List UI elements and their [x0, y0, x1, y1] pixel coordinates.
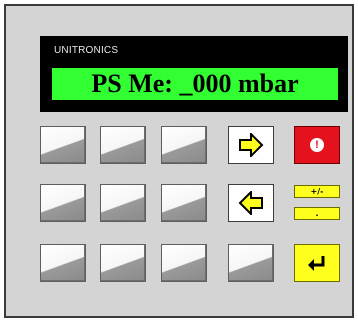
blank-key-3[interactable]	[161, 126, 207, 164]
plus-minus-key[interactable]: +/-	[294, 185, 340, 198]
plc-panel: UNITRONICS PS Me: _000 mbar ! +/- .	[4, 4, 354, 318]
alarm-key[interactable]: !	[294, 126, 340, 164]
arrow-left-icon	[238, 191, 263, 215]
blank-key-5[interactable]	[100, 184, 146, 222]
right-arrow-key[interactable]	[228, 126, 274, 164]
blank-key-7[interactable]	[40, 244, 86, 282]
blank-key-4[interactable]	[40, 184, 86, 222]
left-arrow-key[interactable]	[228, 184, 274, 222]
enter-key[interactable]	[294, 244, 340, 282]
enter-icon	[308, 256, 325, 271]
display-screen: UNITRONICS PS Me: _000 mbar	[40, 36, 348, 112]
blank-key-2[interactable]	[100, 126, 146, 164]
arrow-right-icon	[239, 133, 264, 157]
brand-label: UNITRONICS	[54, 45, 119, 56]
blank-key-6[interactable]	[161, 184, 207, 222]
blank-key-1[interactable]	[40, 126, 86, 164]
alarm-icon: !	[310, 138, 324, 152]
decimal-point-key[interactable]: .	[294, 207, 340, 220]
blank-key-10[interactable]	[228, 244, 274, 282]
blank-key-8[interactable]	[100, 244, 146, 282]
blank-key-9[interactable]	[161, 244, 207, 282]
lcd-readout: PS Me: _000 mbar	[52, 68, 338, 100]
